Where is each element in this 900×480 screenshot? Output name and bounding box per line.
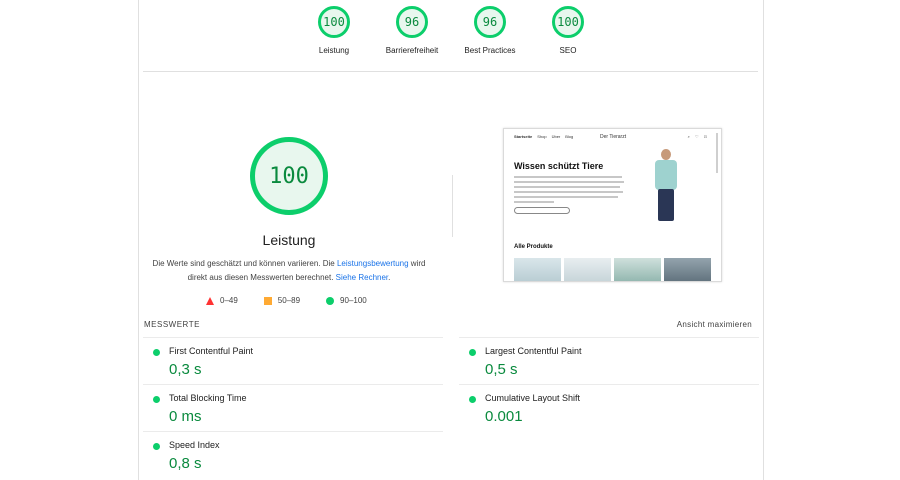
thumb-cta: [514, 207, 570, 214]
thumb-product-image: [564, 258, 611, 281]
thumb-headline: Wissen schützt Tiere: [514, 161, 604, 171]
pass-circle-icon: [153, 396, 160, 403]
header-divider: [143, 71, 758, 72]
score-ring: 96: [474, 6, 506, 38]
vertical-divider: [452, 175, 453, 237]
metric-tbt: Total Blocking Time 0 ms: [143, 384, 443, 431]
triangle-icon: [206, 296, 214, 305]
thumb-text-line: [514, 186, 620, 188]
thumb-text-line: [514, 191, 623, 193]
metric-fcp: First Contentful Paint 0,3 s: [143, 337, 443, 384]
gauge-label: SEO: [559, 46, 577, 55]
calculator-link[interactable]: Siehe Rechner: [336, 273, 388, 282]
circle-icon: [326, 296, 335, 305]
scoring-link[interactable]: Leistungsbewertung: [337, 259, 409, 268]
metric-name: Speed Index: [169, 440, 220, 450]
metric-value: 0.001: [485, 408, 523, 425]
gauge-seo[interactable]: 100 SEO: [518, 6, 618, 55]
metric-cls: Cumulative Layout Shift 0.001: [459, 384, 759, 431]
score-ring: 100: [318, 6, 350, 38]
thumb-text-line: [514, 196, 618, 198]
final-screenshot[interactable]: Startseite Shop Über Blog Der Tierarzt ⌕…: [503, 128, 722, 282]
performance-title: Leistung: [262, 232, 316, 248]
expand-view-button[interactable]: Ansicht maximieren: [677, 320, 752, 329]
metric-lcp: Largest Contentful Paint 0,5 s: [459, 337, 759, 384]
score-legend: 0–49 50–89 90–100: [206, 296, 367, 305]
thumb-nav-icons: ⌕ ♡ ⊡: [687, 134, 709, 139]
metric-value: 0 ms: [169, 408, 202, 425]
thumb-product-image: [664, 258, 711, 281]
square-icon: [263, 296, 272, 305]
pass-circle-icon: [153, 443, 160, 450]
metric-name: Cumulative Layout Shift: [485, 393, 581, 403]
score-ring: 100: [552, 6, 584, 38]
legend-average: 50–89: [263, 296, 300, 305]
thumb-text-line: [514, 176, 622, 178]
thumb-scrollbar: [716, 133, 718, 173]
score-ring: 96: [396, 6, 428, 38]
metric-name: Total Blocking Time: [169, 393, 247, 403]
metric-value: 0,5 s: [485, 361, 518, 378]
performance-description: Die Werte sind geschätzt und können vari…: [152, 259, 426, 282]
legend-pass: 90–100: [326, 296, 367, 305]
pass-circle-icon: [469, 349, 476, 356]
legend-fail: 0–49: [206, 296, 238, 305]
thumb-brand: Der Tierarzt: [600, 134, 627, 140]
thumb-nav: Startseite Shop Über Blog: [514, 134, 574, 139]
thumb-text-line: [514, 181, 624, 183]
metric-name: Largest Contentful Paint: [485, 346, 582, 356]
thumb-hero-person: [651, 149, 681, 225]
pass-circle-icon: [469, 396, 476, 403]
metric-value: 0,3 s: [169, 361, 202, 378]
thumb-text-line: [514, 201, 554, 203]
metric-speed-index: Speed Index 0,8 s: [143, 431, 443, 478]
pass-circle-icon: [153, 349, 160, 356]
thumb-product-image: [514, 258, 561, 281]
metrics-section-label: MESSWERTE: [144, 320, 200, 329]
thumb-product-image: [614, 258, 661, 281]
metric-name: First Contentful Paint: [169, 346, 254, 356]
thumb-products-title: Alle Produkte: [514, 244, 553, 250]
performance-score-ring: 100: [250, 137, 328, 215]
metric-value: 0,8 s: [169, 455, 202, 472]
